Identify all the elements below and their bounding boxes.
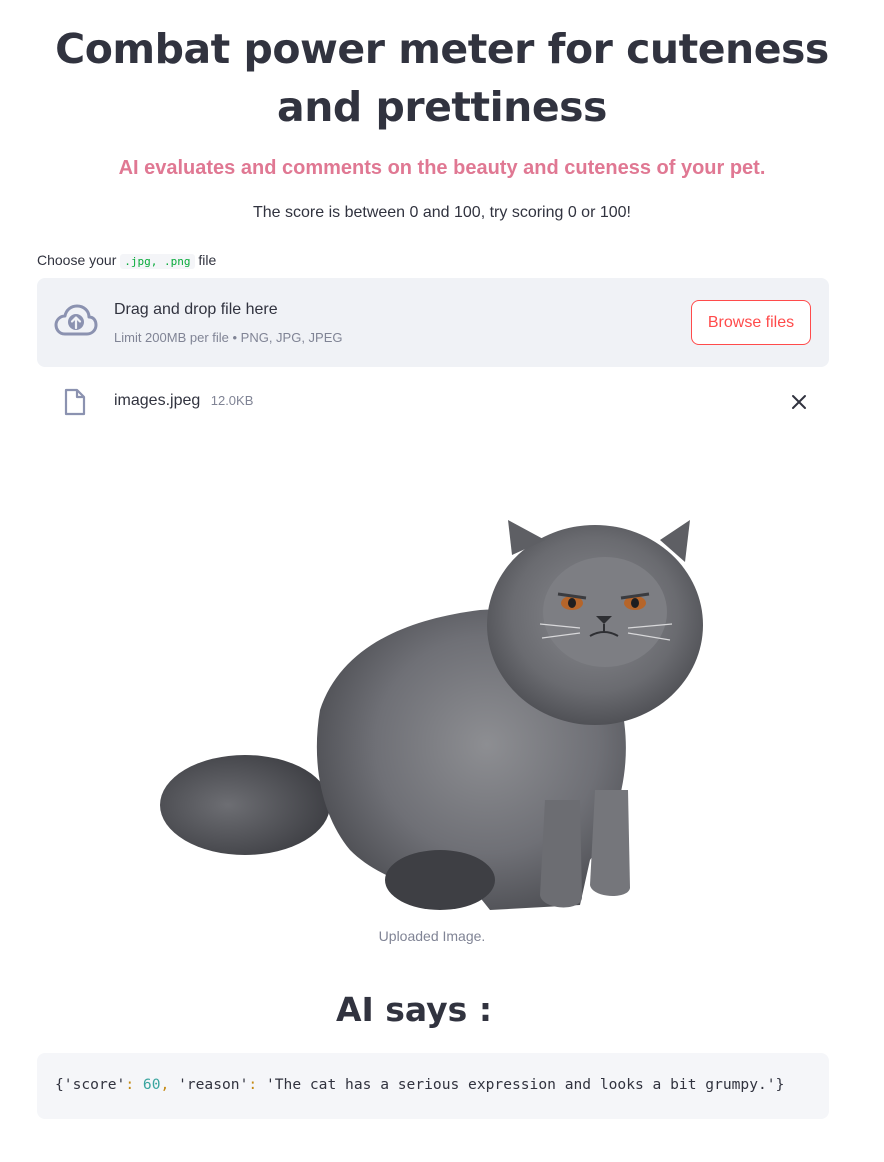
code-key-reason: 'reason'	[178, 1076, 249, 1093]
file-dropzone[interactable]: Drag and drop file here Limit 200MB per …	[37, 278, 829, 367]
uploader-file-types: .jpg, .png	[120, 254, 195, 269]
code-close-brace: }	[775, 1076, 785, 1093]
dropzone-title: Drag and drop file here	[114, 301, 278, 318]
code-score-value: 60	[142, 1076, 161, 1093]
uploader-label-prefix: Choose your	[37, 252, 117, 268]
uploader-label-suffix: file	[198, 252, 217, 268]
file-name-text: images.jpeg	[114, 392, 201, 409]
code-key-score: 'score'	[63, 1076, 126, 1093]
close-icon[interactable]	[789, 392, 809, 412]
code-reason-value: 'The cat has a serious expression and lo…	[265, 1076, 776, 1093]
uploader-label: Choose your .jpg, .png file	[37, 250, 216, 272]
app-page: Combat power meter for cuteness and pret…	[0, 0, 884, 1162]
ai-says-heading: AI says :	[335, 990, 493, 1029]
file-size: 12.0KB	[210, 393, 254, 408]
page-subtitle: AI evaluates and comments on the beauty …	[118, 157, 766, 179]
code-open-brace: {	[55, 1076, 64, 1093]
code-comma: ,	[160, 1076, 170, 1093]
dropzone-limit: Limit 200MB per file • PNG, JPG, JPEG	[114, 330, 343, 345]
code-colon-2: :	[248, 1076, 258, 1093]
uploaded-file-row: images.jpeg 12.0KB	[37, 380, 829, 424]
image-caption: Uploaded Image.	[378, 928, 486, 944]
ai-result-code-block: {'score': 60, 'reason': 'The cat has a s…	[37, 1053, 829, 1119]
browse-files-button[interactable]: Browse files	[691, 300, 811, 345]
code-colon-1: :	[125, 1076, 135, 1093]
uploaded-cat-image	[160, 520, 703, 910]
ai-result-code: {'score': 60, 'reason': 'The cat has a s…	[55, 1075, 784, 1095]
file-icon	[64, 388, 86, 416]
cloud-upload-icon	[54, 304, 98, 336]
score-note: The score is between 0 and 100, try scor…	[253, 204, 631, 221]
page-title: Combat power meter for cuteness and pret…	[55, 25, 829, 131]
file-name: images.jpeg 12.0KB	[114, 390, 253, 412]
